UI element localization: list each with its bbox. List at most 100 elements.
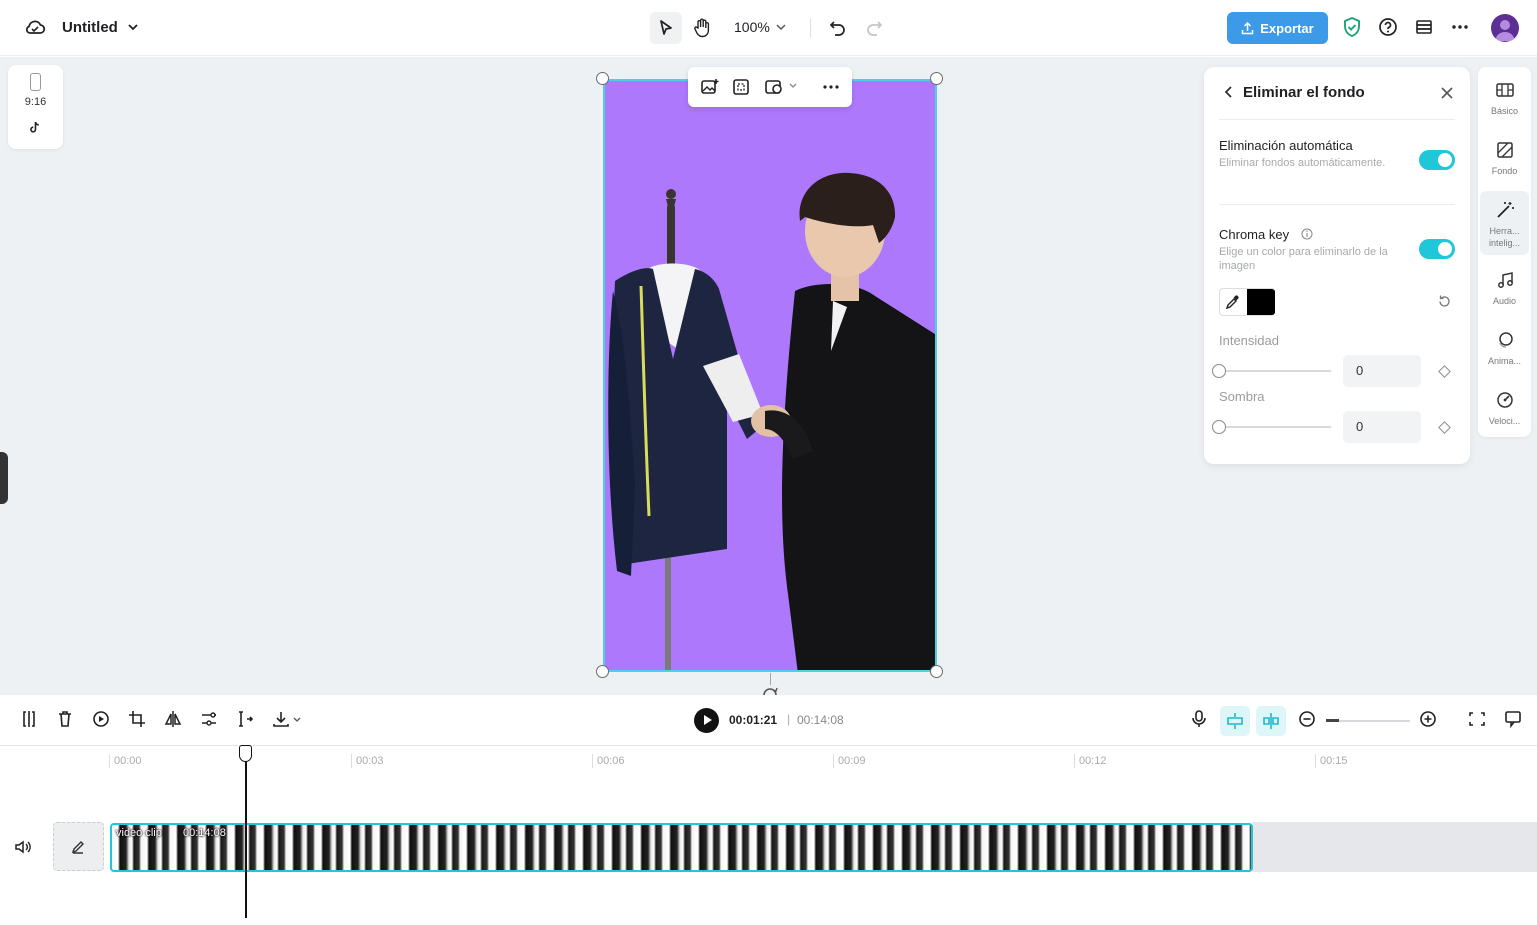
playhead[interactable] <box>245 746 247 918</box>
close-icon[interactable] <box>1439 85 1455 101</box>
tiktok-icon <box>29 121 41 134</box>
undo-button[interactable] <box>826 14 850 42</box>
tab-background-label: Fondo <box>1491 166 1518 176</box>
split-view-toggle[interactable] <box>1256 706 1286 736</box>
play-button[interactable] <box>694 708 719 733</box>
tab-background[interactable]: Fondo <box>1480 131 1529 189</box>
delete-icon[interactable] <box>56 709 74 729</box>
clip-duration: 00:14:08 <box>183 827 226 839</box>
adjust-icon[interactable] <box>200 709 218 729</box>
download-chevron-icon[interactable] <box>292 715 302 725</box>
image-adjust-icon[interactable] <box>764 77 784 97</box>
intensity-input[interactable]: 0 <box>1343 355 1421 387</box>
reset-icon[interactable] <box>1437 294 1452 309</box>
snap-icon <box>1226 712 1244 730</box>
total-time: 00:14:08 <box>797 713 844 727</box>
video-clip[interactable]: video clip 00:14:08 <box>110 823 1253 872</box>
split-icon[interactable] <box>20 709 38 729</box>
trim-icon[interactable] <box>236 709 254 729</box>
export-button[interactable]: Exportar <box>1227 12 1328 44</box>
shadow-slider-knob[interactable] <box>1212 420 1226 434</box>
panel-title: Eliminar el fondo <box>1243 84 1365 101</box>
color-swatch[interactable] <box>1247 289 1275 315</box>
more-options-icon[interactable] <box>1449 16 1471 38</box>
cloud-sync-icon[interactable] <box>24 18 46 38</box>
divider <box>1219 204 1455 205</box>
tab-basic[interactable]: Básico <box>1480 71 1529 129</box>
tab-audio[interactable]: Audio <box>1480 261 1529 319</box>
intensity-keyframe-icon[interactable] <box>1438 365 1451 378</box>
zoom-chevron-icon[interactable] <box>775 21 787 33</box>
animation-icon <box>1495 331 1515 349</box>
track-empty-area <box>1252 822 1537 872</box>
back-chevron-icon[interactable] <box>1221 84 1237 100</box>
info-icon[interactable] <box>1301 228 1313 240</box>
resize-handle-top-right[interactable] <box>930 72 943 85</box>
zoom-out-icon[interactable] <box>1298 709 1316 729</box>
microphone-icon[interactable] <box>1190 709 1208 729</box>
intensity-slider[interactable] <box>1219 370 1331 372</box>
resize-handle-top-left[interactable] <box>596 72 609 85</box>
time-separator: | <box>787 712 791 726</box>
playhead-handle[interactable] <box>239 745 252 762</box>
replace-clip-icon[interactable] <box>92 709 110 729</box>
phone-frame-icon <box>30 73 41 91</box>
color-picker[interactable] <box>1219 288 1275 316</box>
speed-icon <box>1495 391 1515 409</box>
layers-icon[interactable] <box>1413 16 1435 38</box>
eyedropper-icon[interactable] <box>1225 295 1240 310</box>
project-title[interactable]: Untitled <box>62 19 118 36</box>
resize-handle-bottom-right[interactable] <box>930 665 943 678</box>
video-preview[interactable] <box>603 79 937 672</box>
auto-removal-toggle[interactable] <box>1419 150 1455 170</box>
chroma-key-toggle[interactable] <box>1419 239 1455 259</box>
toolbar-divider <box>810 18 811 38</box>
redo-button[interactable] <box>862 14 886 42</box>
edit-cover-button[interactable] <box>53 822 104 871</box>
replace-image-icon[interactable] <box>700 77 720 97</box>
crop-icon[interactable] <box>128 709 146 729</box>
current-time: 00:01:21 <box>729 713 778 727</box>
collapse-handle[interactable] <box>0 452 8 504</box>
hand-tool-button[interactable] <box>688 12 716 44</box>
tab-basic-label: Básico <box>1490 106 1518 116</box>
select-tool-button[interactable] <box>650 12 682 44</box>
ruler-tick: 00:03 <box>351 754 384 768</box>
aspect-ratio-card[interactable]: 9:16 <box>8 65 63 149</box>
download-icon[interactable] <box>272 709 290 729</box>
adjust-chevron-icon[interactable] <box>788 81 798 91</box>
comment-icon[interactable] <box>1504 709 1522 729</box>
chevron-down-icon[interactable] <box>126 20 140 34</box>
more-options-icon[interactable] <box>821 77 841 97</box>
ruler-tick: 00:12 <box>1074 754 1107 768</box>
timeline-ruler[interactable]: 00:00 00:03 00:06 00:09 00:12 00:15 <box>0 746 1537 776</box>
shadow-keyframe-icon[interactable] <box>1438 421 1451 434</box>
property-tabs: Básico Fondo Herra... intelig... Audio A… <box>1478 67 1531 437</box>
shield-icon[interactable] <box>1341 16 1363 38</box>
shadow-slider[interactable] <box>1219 426 1331 428</box>
speaker-icon[interactable] <box>14 838 32 856</box>
background-icon <box>1495 141 1515 159</box>
fit-timeline-icon[interactable] <box>1468 709 1486 729</box>
tab-smart-tools-label: Herra... intelig... <box>1488 226 1521 248</box>
upload-icon <box>1241 21 1254 35</box>
intensity-slider-knob[interactable] <box>1212 364 1226 378</box>
avatar[interactable] <box>1491 14 1519 42</box>
magnet-toggle[interactable] <box>1220 706 1250 736</box>
preview-image <box>608 172 935 670</box>
tab-animation[interactable]: Anima... <box>1480 321 1529 379</box>
help-icon[interactable] <box>1377 16 1399 38</box>
zoom-in-icon[interactable] <box>1419 709 1437 729</box>
flip-icon[interactable] <box>164 709 182 729</box>
tab-audio-label: Audio <box>1492 296 1517 306</box>
zoom-level[interactable]: 100% <box>734 19 770 35</box>
tab-speed[interactable]: Veloci... <box>1480 381 1529 439</box>
timeline-zoom-fill <box>1326 719 1339 722</box>
chroma-key-description: Elige un color para eliminarlo de la ima… <box>1219 246 1388 272</box>
shadow-label: Sombra <box>1219 389 1265 404</box>
chroma-key-title: Chroma key <box>1219 227 1290 242</box>
fit-frame-icon[interactable] <box>731 77 751 97</box>
shadow-input[interactable]: 0 <box>1343 411 1421 443</box>
tab-smart-tools[interactable]: Herra... intelig... <box>1480 191 1529 255</box>
resize-handle-bottom-left[interactable] <box>596 665 609 678</box>
